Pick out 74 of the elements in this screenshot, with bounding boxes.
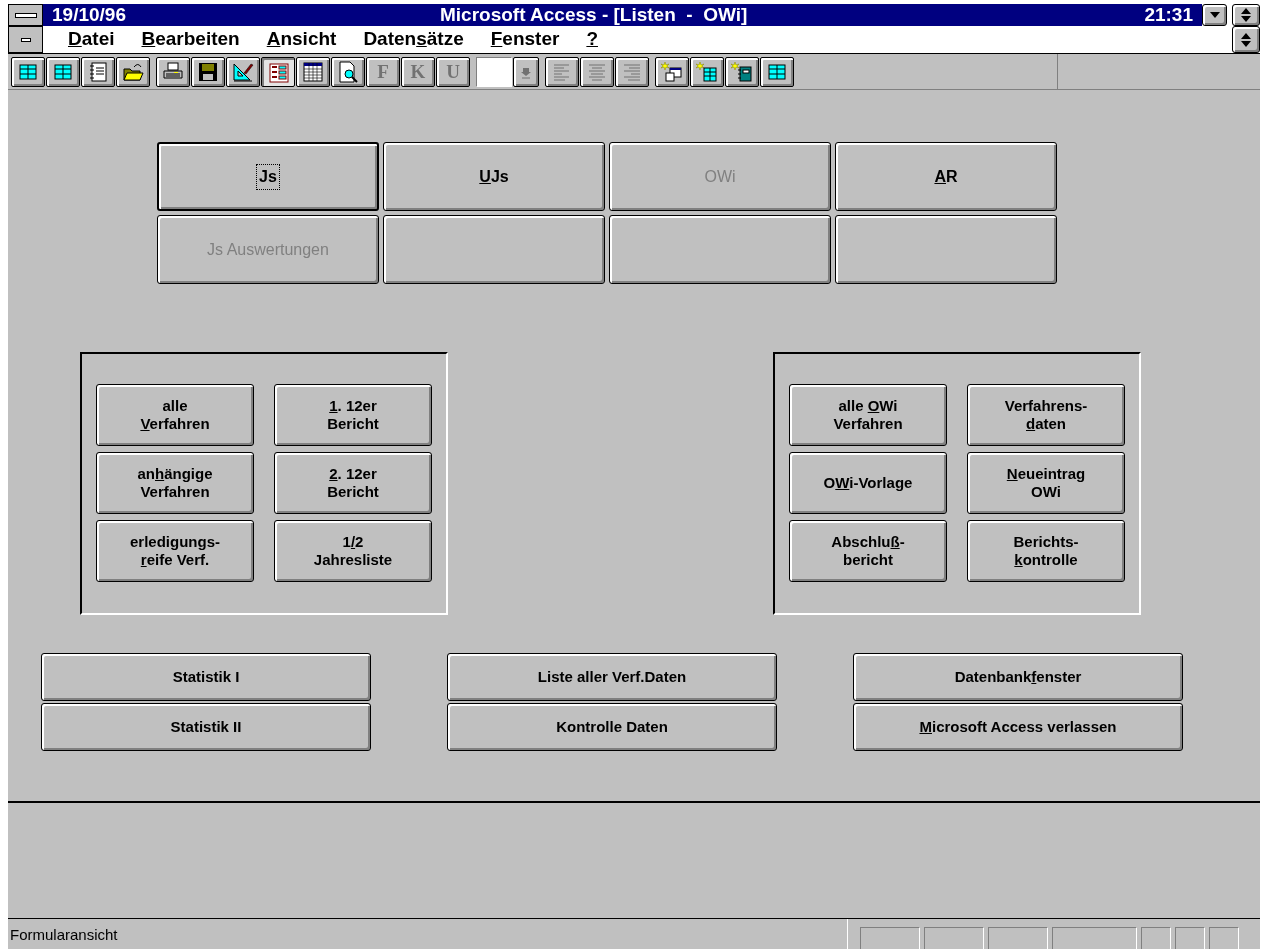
action-button[interactable]: Liste aller Verf.Daten [447, 653, 777, 701]
section-button[interactable] [383, 215, 605, 284]
action-button[interactable]: Statistik I [41, 653, 371, 701]
toolbar-button[interactable] [296, 56, 330, 87]
menu-item[interactable]: Datensätze [363, 25, 464, 54]
toolbar-button[interactable] [725, 56, 759, 87]
command-button[interactable]: anhängige Verfahren [96, 452, 254, 514]
action-button[interactable]: Datenbankfenster [853, 653, 1183, 701]
toolbar-button[interactable] [191, 56, 225, 87]
command-button[interactable]: Neueintrag OWi [967, 452, 1125, 514]
status-indicator [924, 927, 984, 949]
restore-button[interactable] [1232, 26, 1260, 53]
form-icon [268, 61, 290, 84]
action-button[interactable]: Kontrolle Daten [447, 703, 777, 751]
status-text: Formularansicht [8, 919, 848, 949]
status-indicator [860, 927, 920, 949]
menu-item[interactable]: Datei [68, 25, 115, 54]
format-letter-icon: U [446, 62, 460, 81]
restore-icon [1241, 8, 1251, 22]
toolbar-button[interactable] [760, 56, 794, 87]
toolbar-button[interactable] [116, 56, 150, 87]
toolbar-button[interactable] [655, 56, 689, 87]
toolbar-button[interactable] [690, 56, 724, 87]
command-button[interactable]: Abschluß- bericht [789, 520, 947, 582]
triangle-ruler-icon [232, 60, 254, 83]
datasheet-icon [302, 60, 324, 83]
status-indicator [1175, 927, 1205, 949]
toolbar-button[interactable] [156, 56, 190, 87]
color-field[interactable] [476, 56, 512, 87]
toolbar-button[interactable] [331, 56, 365, 87]
title-date: 19/10/96 [52, 2, 126, 27]
command-button[interactable]: 1. 12er Bericht [274, 384, 432, 446]
toolbar-button[interactable] [261, 56, 295, 87]
command-button[interactable]: OWi-Vorlage [789, 452, 947, 514]
toolbar-button[interactable] [11, 56, 45, 87]
menu-item[interactable]: Ansicht [266, 25, 337, 54]
format-letter-icon: K [410, 62, 426, 81]
format-letter-icon: F [377, 62, 389, 81]
restore-button[interactable] [1232, 4, 1260, 26]
command-button[interactable]: Berichts- kontrolle [967, 520, 1125, 582]
section-button[interactable]: UJs [383, 142, 605, 211]
toolbar-button[interactable] [46, 56, 80, 87]
menu-item[interactable]: ? [586, 25, 598, 54]
system-menu-button[interactable] [8, 4, 43, 26]
down-arrow-icon [1209, 12, 1220, 18]
command-button[interactable]: 1/2 Jahresliste [274, 520, 432, 582]
section-button[interactable] [609, 215, 831, 284]
notebook-icon [87, 60, 109, 83]
command-button[interactable]: erledigungs- reife Verf. [96, 520, 254, 582]
minimize-button[interactable] [1202, 4, 1227, 26]
section-button[interactable] [835, 215, 1057, 284]
action-button[interactable]: Statistik II [41, 703, 371, 751]
status-indicator [1141, 927, 1171, 949]
new-form-icon [661, 60, 683, 83]
clock: 21:31 [1144, 2, 1193, 27]
toolbar-button[interactable] [81, 56, 115, 87]
new-notebook-icon [731, 60, 753, 83]
action-button[interactable]: Microsoft Access verlassen [853, 703, 1183, 751]
window-title: Microsoft Access - [Listen - OWi] [440, 2, 748, 27]
new-table-icon [696, 60, 718, 83]
section-button[interactable]: AR [835, 142, 1057, 211]
command-button[interactable]: Verfahrens- daten [967, 384, 1125, 446]
command-button[interactable]: alle OWi Verfahren [789, 384, 947, 446]
command-button[interactable]: alle Verfahren [96, 384, 254, 446]
menu-item[interactable]: Fenster [490, 25, 560, 54]
menu-item[interactable]: Bearbeiten [141, 25, 240, 54]
command-button[interactable]: 2. 12er Bericht [274, 452, 432, 514]
status-indicator [988, 927, 1048, 949]
document-menu-button[interactable] [8, 26, 43, 53]
section-button[interactable]: Js [157, 142, 379, 211]
print-preview-icon [337, 60, 359, 83]
restore-icon [1241, 32, 1251, 47]
status-indicator [1209, 927, 1239, 949]
toolbar-button[interactable] [226, 56, 260, 87]
